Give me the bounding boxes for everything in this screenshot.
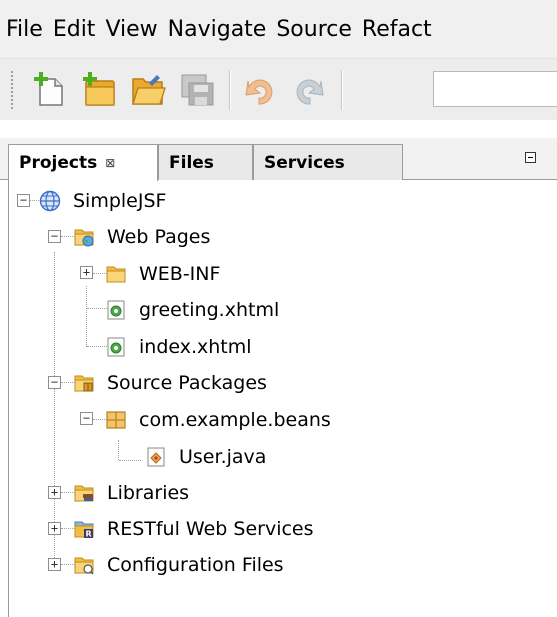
tree-line (54, 252, 55, 564)
package-icon (106, 411, 126, 429)
redo-icon (296, 79, 324, 105)
expand-toggle[interactable]: + (48, 522, 61, 535)
menu-refactor[interactable]: Refact (361, 17, 433, 42)
collapse-toggle[interactable]: − (48, 376, 61, 389)
tree-node-label: Source Packages (107, 372, 267, 394)
xhtml-file-icon (107, 337, 125, 357)
expand-toggle[interactable]: + (80, 266, 93, 279)
tree-node-configuration-files[interactable]: Configuration Files (73, 548, 284, 582)
configuration-folder-icon (74, 557, 94, 575)
menu-source[interactable]: Source (275, 17, 353, 42)
tree-node-project[interactable]: SimpleJSF (39, 184, 166, 218)
tab-services-label: Services (264, 152, 345, 173)
restful-folder-icon: R (74, 521, 94, 539)
menu-navigate[interactable]: Navigate (167, 17, 268, 42)
globe-icon (39, 190, 61, 212)
expand-toggle[interactable]: + (48, 558, 61, 571)
project-tree: − − + − − + + + SimpleJSF Web Pages WEB- (8, 180, 557, 617)
tree-node-label: Libraries (107, 482, 190, 504)
source-packages-folder-icon (74, 375, 94, 392)
tree-node-label: WEB-INF (139, 263, 221, 285)
tree-node-label: User.java (179, 446, 267, 468)
svg-text:R: R (86, 530, 92, 539)
tree-node-greeting-file[interactable]: greeting.xhtml (105, 293, 279, 327)
toolbar-separator (229, 69, 230, 110)
tab-projects[interactable]: Projects ⊠ (8, 144, 158, 181)
tree-node-libraries[interactable]: Libraries (73, 476, 189, 510)
save-all-icon (181, 74, 214, 105)
folder-icon (106, 266, 126, 283)
open-project-icon (132, 74, 166, 105)
redo-button[interactable] (289, 70, 329, 110)
collapse-toggle[interactable]: − (17, 194, 30, 207)
tab-files-label: Files (169, 152, 214, 173)
collapse-toggle[interactable]: − (48, 230, 61, 243)
tree-node-label: RESTful Web Services (107, 518, 314, 540)
tab-services[interactable]: Services (253, 144, 403, 180)
tab-projects-label: Projects (19, 153, 98, 173)
configuration-combo[interactable] (433, 71, 557, 107)
minimize-window-icon[interactable] (525, 152, 536, 163)
open-project-button[interactable] (128, 70, 168, 110)
toolbar-separator (341, 69, 342, 110)
tree-line (118, 440, 119, 460)
tree-node-web-pages[interactable]: Web Pages (73, 220, 210, 254)
toolbar-grip[interactable] (10, 69, 14, 110)
tree-line (119, 460, 141, 461)
new-project-icon (83, 71, 115, 106)
expand-toggle[interactable]: + (48, 486, 61, 499)
tree-node-label: greeting.xhtml (139, 299, 280, 321)
tree-node-user-java[interactable]: User.java (145, 440, 266, 474)
tree-node-label: Configuration Files (107, 554, 284, 576)
toolbar (0, 58, 557, 120)
close-tab-icon[interactable]: ⊠ (105, 156, 115, 170)
collapse-toggle[interactable]: − (80, 412, 93, 425)
tree-node-label: index.xhtml (139, 336, 252, 358)
tree-node-label: Web Pages (107, 226, 211, 248)
tree-node-restful[interactable]: R RESTful Web Services (73, 512, 314, 546)
tab-files[interactable]: Files (158, 144, 253, 180)
tree-node-source-packages[interactable]: Source Packages (73, 366, 267, 400)
save-all-button[interactable] (177, 70, 217, 110)
tree-node-label: com.example.beans (139, 409, 331, 431)
undo-button[interactable] (240, 70, 280, 110)
java-class-icon (147, 447, 165, 467)
new-file-button[interactable] (30, 70, 70, 110)
tree-node-index-file[interactable]: index.xhtml (105, 330, 252, 364)
libraries-folder-icon (74, 485, 94, 502)
new-file-icon (34, 71, 63, 106)
menu-bar: File Edit View Navigate Source Refact (0, 0, 557, 58)
menu-file[interactable]: File (5, 17, 44, 42)
panel-tab-strip: Projects ⊠ Files Services (0, 138, 557, 181)
tree-line (86, 286, 87, 347)
menu-edit[interactable]: Edit (52, 17, 97, 42)
tree-node-label: SimpleJSF (73, 190, 167, 212)
new-project-button[interactable] (79, 70, 119, 110)
tree-node-package[interactable]: com.example.beans (105, 403, 331, 437)
web-pages-folder-icon (74, 229, 94, 247)
xhtml-file-icon (107, 300, 125, 320)
tree-node-web-inf[interactable]: WEB-INF (105, 257, 220, 291)
undo-icon (245, 79, 273, 105)
menu-view[interactable]: View (104, 17, 158, 42)
